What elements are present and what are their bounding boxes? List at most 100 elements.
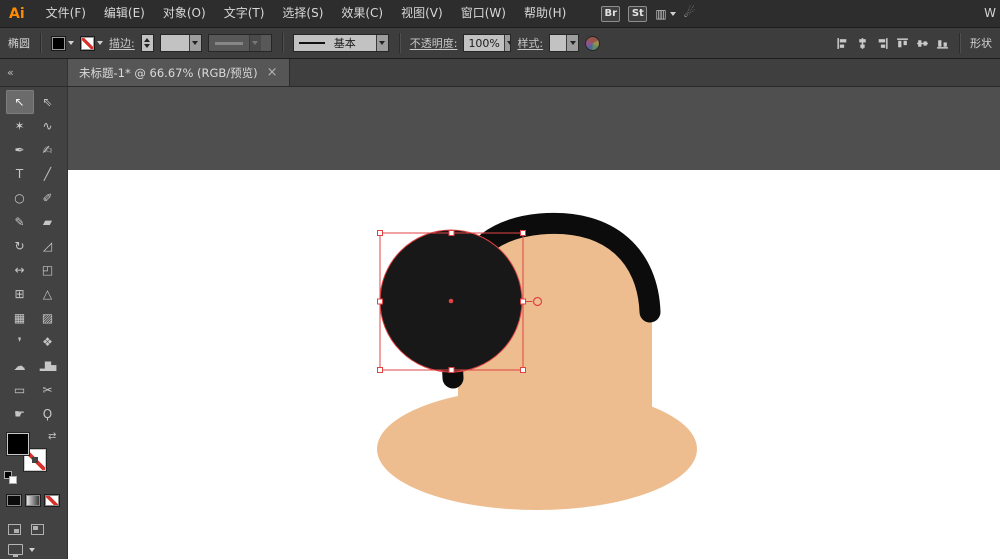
- gradient-tool[interactable]: ▨: [34, 306, 62, 330]
- draw-normal-icon[interactable]: [8, 524, 21, 535]
- menu-select[interactable]: 选择(S): [273, 0, 332, 27]
- blend-tool[interactable]: ❖: [34, 330, 62, 354]
- ellipse-tool[interactable]: ○: [6, 186, 34, 210]
- align-horizontal-center-icon[interactable]: [856, 37, 869, 50]
- gradient-button[interactable]: [25, 494, 41, 507]
- width-tool[interactable]: ↔: [6, 258, 34, 282]
- free-transform-tool[interactable]: ◰: [34, 258, 62, 282]
- chevron-down-icon: [669, 11, 676, 16]
- toolbar-collapse-button[interactable]: «: [0, 59, 68, 86]
- menu-help[interactable]: 帮助(H): [515, 0, 575, 27]
- hand-icon[interactable]: ☄: [684, 6, 696, 21]
- eraser-tool[interactable]: ▰: [34, 210, 62, 234]
- divider: [398, 33, 400, 53]
- stepper-up-icon[interactable]: [144, 38, 151, 42]
- stroke-none-swatch[interactable]: [80, 35, 95, 51]
- color-mode-buttons: [0, 494, 67, 507]
- divider: [959, 33, 960, 53]
- selection-center-point[interactable]: [448, 298, 454, 304]
- stroke-weight-dropdown[interactable]: [159, 34, 202, 52]
- artboard-tool[interactable]: ▭: [6, 378, 34, 402]
- symbol-sprayer-tool[interactable]: ☁: [6, 354, 34, 378]
- screen-mode-icon[interactable]: [8, 544, 23, 557]
- tools-grid: ↖ ⇖ ✶ ∿ ✒ ✍ T ╱ ○ ✐ ✎ ▰ ↻ ◿ ↔ ◰ ⊞ △ ▦ ▨: [0, 90, 67, 426]
- line-segment-tool[interactable]: ╱: [34, 162, 62, 186]
- stroke-weight-label[interactable]: 描边:: [109, 35, 135, 51]
- column-graph-tool[interactable]: ▂█▅: [34, 354, 62, 378]
- menu-file[interactable]: 文件(F): [37, 0, 95, 27]
- selection-tool[interactable]: ↖: [5, 90, 34, 114]
- lasso-tool[interactable]: ∿: [34, 114, 62, 138]
- rotate-tool[interactable]: ↻: [6, 234, 34, 258]
- dropdown-caret[interactable]: [566, 35, 579, 51]
- draw-behind-icon[interactable]: [31, 524, 44, 535]
- swap-fill-stroke-icon[interactable]: ⇄: [48, 431, 56, 442]
- align-left-icon[interactable]: [836, 37, 849, 50]
- align-top-icon[interactable]: [896, 37, 909, 50]
- default-fill-stroke-icon[interactable]: [4, 471, 17, 484]
- stroke-color-control[interactable]: [80, 35, 103, 51]
- fill-swatch[interactable]: [51, 35, 66, 51]
- canvas[interactable]: [68, 87, 1000, 559]
- bridge-button[interactable]: Br: [601, 5, 621, 22]
- menu-effect[interactable]: 效果(C): [332, 0, 392, 27]
- hand-tool[interactable]: ☛: [6, 402, 34, 426]
- opacity-label[interactable]: 不透明度:: [410, 35, 458, 51]
- brush-definition-dropdown[interactable]: 基本: [292, 34, 389, 52]
- document-view[interactable]: [68, 87, 1000, 559]
- menu-type[interactable]: 文字(T): [215, 0, 274, 27]
- document-tab[interactable]: 未标题-1* @ 66.67% (RGB/预览) ×: [68, 59, 290, 86]
- selection-handle-middle-left[interactable]: [377, 298, 383, 305]
- opacity-field[interactable]: 100%: [463, 34, 512, 52]
- selection-handle-top-right[interactable]: [520, 230, 526, 236]
- selection-handle-bottom-center[interactable]: [448, 367, 455, 373]
- chevron-down-icon: [97, 41, 103, 45]
- screen-mode-control[interactable]: [8, 544, 67, 557]
- slice-tool[interactable]: ✂: [34, 378, 62, 402]
- dropdown-caret[interactable]: [188, 35, 201, 51]
- recolor-artwork-icon[interactable]: [585, 35, 601, 51]
- dropdown-caret[interactable]: [503, 35, 511, 51]
- menu-edit[interactable]: 编辑(E): [95, 0, 154, 27]
- curvature-tool[interactable]: ✍: [34, 138, 62, 162]
- menu-view[interactable]: 视图(V): [392, 0, 452, 27]
- pen-tool[interactable]: ✒: [6, 138, 34, 162]
- type-tool[interactable]: T: [6, 162, 34, 186]
- chevron-down-icon: [29, 547, 35, 552]
- selection-handle-top-left[interactable]: [377, 230, 383, 236]
- color-button[interactable]: [6, 494, 22, 507]
- opacity-value: 100%: [468, 36, 500, 50]
- menu-object[interactable]: 对象(O): [154, 0, 215, 27]
- mesh-tool[interactable]: ▦: [6, 306, 34, 330]
- close-icon[interactable]: ×: [267, 66, 278, 79]
- selection-handle-top-center[interactable]: [448, 230, 455, 236]
- magic-wand-tool[interactable]: ✶: [6, 114, 34, 138]
- perspective-grid-tool[interactable]: △: [34, 282, 62, 306]
- align-bottom-icon[interactable]: [936, 37, 949, 50]
- stroke-weight-stepper[interactable]: [140, 34, 154, 52]
- shape-builder-tool[interactable]: ⊞: [6, 282, 34, 306]
- stepper-down-icon[interactable]: [144, 44, 151, 48]
- none-button[interactable]: [44, 494, 60, 507]
- fill-color-control[interactable]: [51, 35, 74, 51]
- dropdown-caret[interactable]: [375, 35, 388, 51]
- menu-window[interactable]: 窗口(W): [452, 0, 515, 27]
- style-label[interactable]: 样式:: [517, 35, 543, 51]
- width-profile-dropdown: [207, 34, 272, 52]
- selection-handle-middle-right[interactable]: [520, 298, 526, 305]
- fill-swatch[interactable]: [7, 433, 29, 455]
- control-bar: 椭圆 描边: 基本 不透明度: 100% 样式: 形状: [0, 28, 1000, 59]
- align-vertical-center-icon[interactable]: [916, 37, 929, 50]
- selection-handle-bottom-left[interactable]: [377, 367, 383, 373]
- pencil-tool[interactable]: ✎: [6, 210, 34, 234]
- stock-button[interactable]: St: [628, 5, 648, 22]
- scale-tool[interactable]: ◿: [34, 234, 62, 258]
- direct-selection-tool[interactable]: ⇖: [34, 90, 62, 114]
- arrange-documents-icon[interactable]: ▥: [655, 7, 676, 21]
- paintbrush-tool[interactable]: ✐: [34, 186, 62, 210]
- align-right-icon[interactable]: [876, 37, 889, 50]
- selection-handle-bottom-right[interactable]: [520, 367, 526, 373]
- eyedropper-tool[interactable]: ❜: [6, 330, 34, 354]
- zoom-tool[interactable]: Ϙ: [34, 402, 62, 426]
- style-dropdown[interactable]: [549, 34, 580, 52]
